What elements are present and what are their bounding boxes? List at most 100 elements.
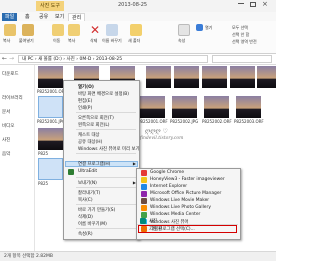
delete-icon[interactable]: ✕ (90, 23, 100, 37)
window-title: 2013-08-25 (118, 2, 148, 8)
menu-item-ultraedit[interactable]: UltraEdit (78, 169, 97, 174)
thumbnail[interactable] (38, 66, 63, 88)
menu-item-preview[interactable]: Windows 사진 뷰어로 미리 보기 (78, 146, 140, 152)
ribbon-copy-label: 복사 (3, 38, 11, 43)
copy-to-icon[interactable] (68, 24, 80, 36)
navigation-pane: 다운로드 라이브러리 문서 비디오 사진 음악 (0, 65, 35, 253)
menu-item-send-to[interactable]: 보내기(N) (78, 180, 97, 186)
watermark-url: findevil.tistory.com (140, 136, 184, 141)
ribbon-properties-label: 속성 (178, 38, 186, 43)
chrome-icon (141, 170, 147, 176)
app-google-chrome[interactable]: Google Chrome (150, 170, 184, 175)
thumbnail[interactable] (172, 96, 197, 118)
thumbnail-caption: P825 (38, 181, 49, 186)
nav-item-videos[interactable]: 비디오 (2, 123, 14, 129)
photo-gallery-icon (141, 205, 147, 211)
thumbnail[interactable] (38, 128, 63, 150)
context-menu: 열기(O) 바탕 화면 배경으로 설정(B) 편집(E) 인쇄(P) 오른쪽으로… (63, 80, 140, 240)
nav-item-pictures[interactable]: 사진 (2, 137, 10, 143)
close-button[interactable]: × (262, 0, 268, 8)
tab-home[interactable]: 홈 (22, 13, 33, 21)
app-internet-explorer[interactable]: Internet Explorer (150, 184, 187, 189)
honeyview-icon (141, 177, 147, 183)
new-folder-icon[interactable] (130, 24, 142, 36)
app-media-center[interactable]: Windows Media Center (150, 212, 200, 217)
ribbon-delete-label: 삭제 (90, 38, 98, 43)
thumbnail[interactable] (204, 96, 229, 118)
menu-item-create-shortcut[interactable]: 바로 가기 만들기(S) (78, 207, 115, 213)
thumbnail-caption: P8252002.JPG (170, 119, 199, 124)
menu-item-open-with[interactable]: 연결 프로그램(H) (78, 161, 110, 167)
back-icon[interactable]: ← (2, 55, 7, 62)
menu-item-properties[interactable]: 속성(R) (78, 231, 93, 237)
ribbon: 복사 붙여넣기 이동 복사 ✕ 삭제 이름 바꾸기 새 폴더 속성 열기 모두 … (0, 21, 276, 54)
movie-maker-icon (141, 198, 147, 204)
tab-view[interactable]: 보기 (52, 13, 67, 21)
submenu-arrow-icon: ▶ (132, 161, 136, 166)
thumbnail-caption: P8252002.ORF (202, 119, 232, 124)
app-picture-manager[interactable]: Microsoft Office Picture Manager (150, 191, 221, 196)
ribbon-move-label: 이동 (53, 38, 61, 43)
nav-item-music[interactable]: 음악 (2, 151, 10, 157)
menu-item-share[interactable]: 공유 대상(H) (78, 139, 102, 145)
ribbon-paste-label: 붙여넣기 (19, 38, 34, 43)
context-tab-picture-tools[interactable]: 사진 도구 (36, 1, 64, 11)
address-bar: ← → 내 PC › 새 볼륨 (D:) › 사진 › 0M-D › 2013-… (0, 54, 276, 65)
ribbon-invert-label[interactable]: 선택 영역 반전 (232, 39, 257, 45)
tab-share[interactable]: 공유 (36, 13, 51, 21)
ribbon-newfolder-label: 새 폴더 (128, 38, 141, 43)
forward-icon[interactable]: → (9, 55, 14, 62)
menu-item-cut[interactable]: 잘라내기(T) (78, 190, 100, 196)
menu-separator (76, 228, 136, 229)
search-input[interactable] (212, 55, 272, 63)
address-path[interactable]: 내 PC › 새 볼륨 (D:) › 사진 › 0M-D › 2013-08-2… (18, 55, 208, 63)
thumbnail[interactable] (146, 66, 171, 88)
nav-item-libraries[interactable]: 라이브러리 (2, 95, 23, 101)
app-honeyview[interactable]: HoneyView3 - Faster imageviewer (150, 177, 225, 182)
maximize-button[interactable] (250, 2, 256, 7)
menu-item-rename[interactable]: 이름 바꾸기(M) (78, 221, 107, 227)
menu-separator (76, 129, 136, 130)
thumbnail-caption: P8252001.ORF (138, 119, 168, 124)
thumbnail[interactable] (236, 96, 261, 118)
menu-item-print[interactable]: 인쇄(P) (78, 105, 92, 111)
thumbnail-caption: P8252003.ORF (234, 119, 264, 124)
app-photo-gallery[interactable]: Windows Live Photo Gallery (150, 205, 211, 210)
copy-icon[interactable] (4, 24, 16, 36)
nav-item-documents[interactable]: 문서 (2, 109, 10, 115)
menu-item-copy[interactable]: 복사(C) (78, 197, 93, 203)
thumbnail-selected[interactable] (38, 96, 63, 118)
menu-item-open[interactable]: 열기(O) (78, 84, 94, 90)
menu-item-rotate-right[interactable]: 오른쪽으로 회전(T) (78, 115, 114, 121)
thumbnail[interactable] (202, 66, 227, 88)
menu-item-set-background[interactable]: 바탕 화면 배경으로 설정(B) (78, 91, 129, 97)
menu-item-edit[interactable]: 편집(E) (78, 98, 92, 104)
properties-icon[interactable] (178, 24, 190, 36)
app-movie-maker[interactable]: Windows Live Movie Maker (150, 198, 209, 203)
menu-item-rotate-left[interactable]: 왼쪽으로 회전(L) (78, 122, 110, 128)
tab-file[interactable]: 파일 (2, 13, 18, 21)
internet-explorer-icon (141, 184, 147, 190)
thumbnail-caption: P8252001.JPG (37, 119, 66, 124)
choose-default-program[interactable]: 기본 프로그램 선택(C)... (149, 226, 195, 232)
open-icon[interactable] (196, 24, 203, 31)
ribbon-selectall-label[interactable]: 모두 선택 (232, 25, 248, 31)
ribbon-copyto-label: 복사 (68, 38, 76, 43)
thumbnail-selected[interactable] (38, 158, 63, 180)
ribbon-rename-label: 이름 바꾸기 (102, 38, 122, 43)
rename-icon[interactable] (106, 24, 118, 36)
thumbnail[interactable] (230, 66, 255, 88)
menu-item-delete[interactable]: 삭제(D) (78, 214, 93, 220)
nav-item-downloads[interactable]: 다운로드 (2, 71, 19, 77)
thumbnail-caption: P825 (38, 151, 49, 156)
thumbnail[interactable] (174, 66, 199, 88)
move-to-icon[interactable] (52, 24, 64, 36)
minimize-button[interactable] (238, 3, 244, 4)
thumbnail[interactable] (140, 96, 165, 118)
picture-manager-icon (141, 191, 147, 197)
menu-separator (76, 177, 136, 178)
menu-item-cast[interactable]: 캐스트 대상 (78, 132, 100, 138)
ribbon-selectnone-label[interactable]: 선택 안 함 (232, 32, 249, 38)
paste-icon[interactable] (22, 24, 34, 36)
thumbnail[interactable] (257, 66, 276, 88)
